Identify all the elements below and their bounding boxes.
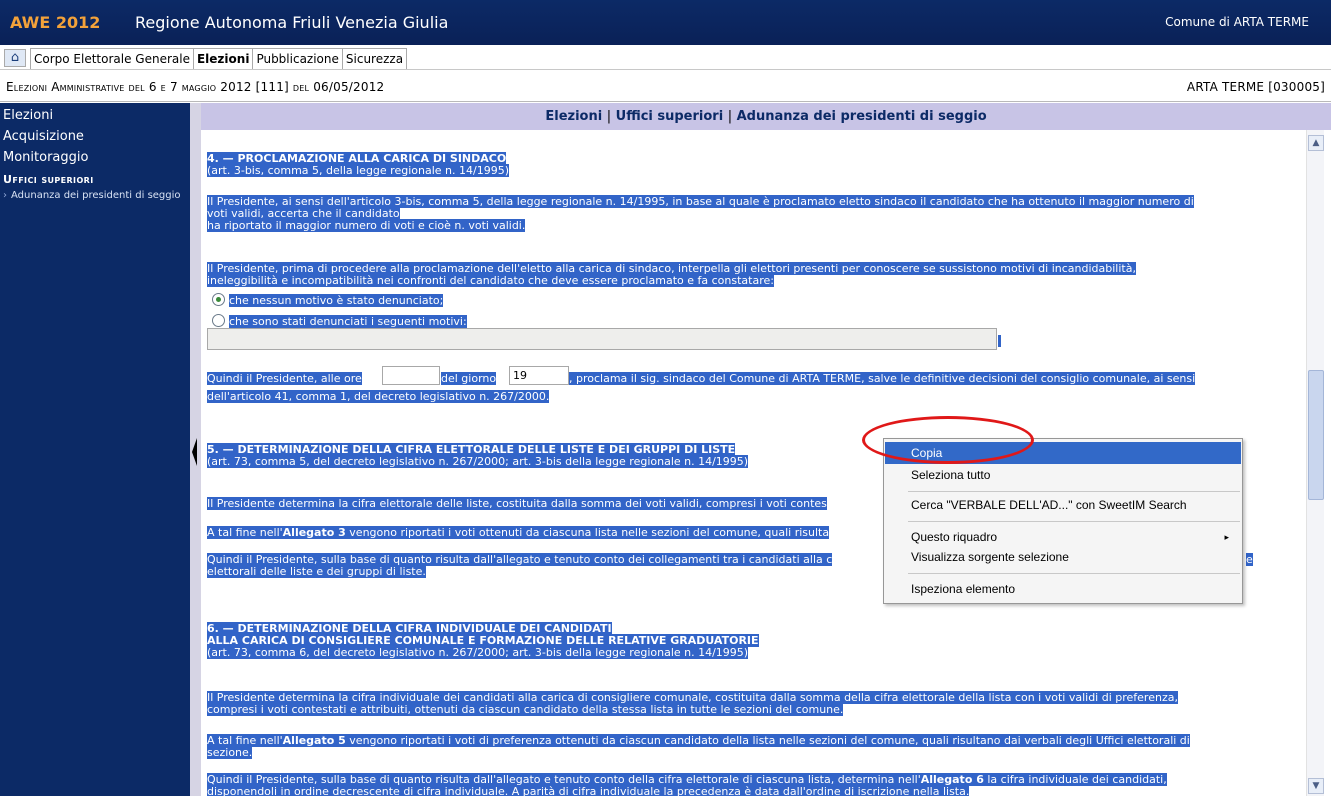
breadcrumb-elezioni[interactable]: Elezioni [545,109,602,124]
app-logo: AWE 2012 [10,13,101,32]
text-line: disponendoli in ordine decrescente di ci… [207,785,970,796]
breadcrumb-uffici[interactable]: Uffici superiori [616,109,724,124]
menu-item-visualizza-sorgente[interactable]: Visualizza sorgente selezione [885,546,1241,568]
sidebar-item-monitoraggio[interactable]: Monitoraggio [3,150,88,165]
text-line: e [1246,553,1253,566]
collapse-handle-icon[interactable] [192,438,197,466]
breadcrumb-separator: | [727,109,733,124]
text-line: sezione. [207,746,253,759]
tab-corpo-elettorale[interactable]: Corpo Elettorale Generale [30,48,194,69]
text-line: ha riportato il maggior numero di voti e… [207,219,526,232]
sidebar-section-uffici-superiori[interactable]: Uffici superiori [3,173,94,186]
section-5-paragraph-2: A tal fine nell'Allegato 3 vengono ripor… [207,526,830,539]
text-line: Il Presidente determina la cifra elettor… [207,497,827,510]
tab-pubblicazione[interactable]: Pubblicazione [252,48,343,69]
motivi-textarea[interactable] [207,328,997,350]
text-line: che sono stati denunciati i seguenti mot… [229,315,467,328]
menu-item-questo-riquadro[interactable]: Questo riquadro ▸ [885,526,1241,548]
section-6-paragraph-3: Quindi il Presidente, sulla base di quan… [207,773,1167,796]
sidebar-item-adunanza[interactable]: › Adunanza dei presidenti di seggio [3,190,181,202]
radio-label-2: che sono stati denunciati i seguenti mot… [229,315,467,328]
main-menu: ⌂ Corpo Elettorale Generale Elezioni Pub… [0,45,1331,70]
section-6-paragraph-1: Il Presidente determina la cifra individ… [207,691,1178,716]
section-4-paragraph-3-l2: dell'articolo 41, comma 1, del decreto l… [207,390,550,403]
text-line: A tal fine nell' [207,526,283,539]
menu-item-ispeziona[interactable]: Ispeziona elemento [885,578,1241,600]
menu-separator [908,521,1240,522]
text-line: ineleggibilità e incompatibilità nei con… [207,274,774,287]
text-line: vengono riportati i voti di preferenza o… [345,734,1190,747]
breadcrumb-separator: | [606,109,612,124]
radio-label-1: che nessun motivo è stato denunciato; [229,294,444,307]
menu-item-seleziona-tutto[interactable]: Seleziona tutto [885,464,1241,486]
radio-nessun-motivo[interactable] [212,293,225,306]
menu-separator [908,491,1240,492]
red-annotation-oval [862,416,1034,464]
content-scrollbar[interactable]: ▲ ▼ [1306,130,1324,796]
giorno-input[interactable]: 19 [509,366,569,385]
sidebar-item-acquisizione[interactable]: Acquisizione [3,129,84,144]
panel-divider[interactable] [190,103,201,796]
text-line: dell'articolo 41, comma 1, del decreto l… [207,390,550,403]
section-6-heading: 6. — DETERMINAZIONE DELLA CIFRA INDIVIDU… [207,622,759,659]
section-5-paragraph-3: Quindi il Presidente, sulla base di quan… [207,553,833,578]
text-line: compresi i voti contestati e attribuiti,… [207,703,844,716]
sidebar-subitem-label: Adunanza dei presidenti di seggio [11,190,181,201]
home-icon[interactable]: ⌂ [4,49,26,67]
proclama-text: , proclama il sig. sindaco del Comune di… [569,372,1196,385]
election-title: Elezioni Amministrative del 6 e 7 maggio… [6,80,385,94]
tab-elezioni[interactable]: Elezioni [192,48,254,69]
menu-item-label: Questo riquadro [911,530,998,544]
radio-motivi-denunciati[interactable] [212,314,225,327]
section-5-heading: 5. — DETERMINAZIONE DELLA CIFRA ELETTORA… [207,443,749,468]
text-line: Quindi il Presidente, alle ore [207,372,362,385]
scroll-down-icon[interactable]: ▼ [1308,778,1324,794]
text-line: elettorali delle liste e dei gruppi di l… [207,565,426,578]
section-4-paragraph-1: Il Presidente, ai sensi dell'articolo 3-… [207,195,1194,232]
section-5-paragraph-3-tail: e [1246,553,1253,566]
submenu-arrow-icon: ▸ [1224,532,1229,542]
allegato-3-ref: Allegato 3 [282,526,346,539]
text-line: del giorno [441,372,497,385]
comune-label: Comune di ARTA TERME [1165,15,1309,29]
scroll-thumb[interactable] [1308,370,1324,500]
ore-input[interactable] [382,366,440,385]
election-info-bar: Elezioni Amministrative del 6 e 7 maggio… [0,71,1331,102]
section-4-heading: 4. — PROCLAMAZIONE ALLA CARICA DI SINDAC… [207,152,509,177]
sidebar-item-elezioni[interactable]: Elezioni [3,108,53,123]
section-6-subtitle: (art. 73, comma 6, del decreto legislati… [207,646,749,659]
sidebar: Elezioni Acquisizione Monitoraggio Uffic… [0,103,190,796]
section-4-subtitle: (art. 3-bis, comma 5, della legge region… [207,164,509,177]
app-header: AWE 2012 Regione Autonoma Friuli Venezia… [0,0,1331,45]
comune-code: ARTA TERME [030005] [1186,80,1325,94]
breadcrumb: Elezioni | Uffici superiori | Adunanza d… [201,103,1331,130]
section-5-subtitle: (art. 73, comma 5, del decreto legislati… [207,455,749,468]
section-4-paragraph-3: Quindi il Presidente, alle ore [207,372,362,385]
allegato-5-ref: Allegato 5 [282,734,346,747]
region-title: Regione Autonoma Friuli Venezia Giulia [135,13,449,32]
selection-caret [998,335,1001,347]
menu-separator [908,573,1240,574]
tab-sicurezza[interactable]: Sicurezza [341,48,408,69]
text-line: che nessun motivo è stato denunciato; [229,294,444,307]
breadcrumb-adunanza: Adunanza dei presidenti di seggio [736,109,987,124]
menu-item-cerca[interactable]: Cerca "VERBALE DELL'AD..." con SweetIM S… [885,494,1241,516]
section-5-paragraph-1: Il Presidente determina la cifra elettor… [207,497,827,510]
section-6-paragraph-2: A tal fine nell'Allegato 5 vengono ripor… [207,734,1190,759]
section-4-paragraph-2: Il Presidente, prima di procedere alla p… [207,262,1136,287]
scroll-up-icon[interactable]: ▲ [1308,135,1324,151]
text-line: , proclama il sig. sindaco del Comune di… [569,372,1196,385]
del-giorno-label: del giorno [441,372,497,385]
chevron-right-icon: › [3,190,7,201]
text-line: la cifra individuale dei candidati, [983,773,1167,786]
text-line: vengono riportati i voti ottenuti da cia… [345,526,830,539]
